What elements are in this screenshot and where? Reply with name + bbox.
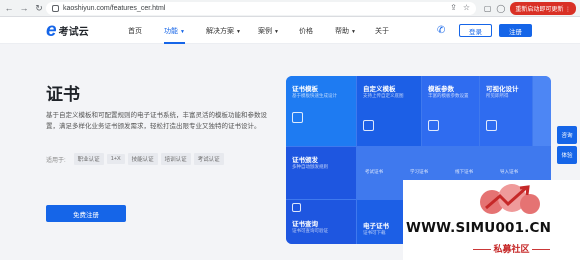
tile-title: 可视化设计 xyxy=(486,86,519,93)
site-header: e 考试云 首页 功能 ▼ 解决方案 ▼ 案例 ▼ 价格 帮助 ▼ 关于 ✆ 登录 注册 xyxy=(0,17,580,44)
lock-icon xyxy=(52,5,59,12)
tag-item: 考试认证 xyxy=(193,153,224,165)
watermark-logo xyxy=(480,184,540,214)
browser-toolbar: ← → ↻ kaoshiyun.com/features_cer.html ⇪ … xyxy=(0,0,580,17)
watermark: WWW.SIMU001.CN —— 私募社区 —— xyxy=(403,180,580,260)
tags-label: 适用于: xyxy=(46,157,66,164)
template-icon xyxy=(292,112,303,123)
trial-button[interactable]: 体验 xyxy=(557,146,577,164)
logo-text: 考试云 xyxy=(58,27,89,38)
tile-cert-query[interactable]: 证书查询 证书可查询可验证 xyxy=(286,200,356,244)
tag-item: 技能认证 xyxy=(127,153,158,165)
settings-icon xyxy=(428,120,439,131)
tile-label: 学习证书 xyxy=(410,169,428,174)
page-description: 基于自定义模板和可配置规则的电子证书系统，丰富灵活的模板功能和参数设置，满足多样… xyxy=(46,112,267,130)
bookmark-star-icon[interactable]: ☆ xyxy=(463,3,470,12)
tile-cert-template[interactable]: 证书模板 基于模板快速生成设计 xyxy=(286,76,356,146)
applicable-tags: 适用于: 职业认证 1+X 技能认证 培训认证 考试认证 xyxy=(46,153,224,165)
tile-title: 模板参数 xyxy=(428,86,454,93)
reload-icon[interactable]: ↻ xyxy=(33,2,45,14)
nav-home[interactable]: 首页 xyxy=(128,26,142,36)
tile-template-params[interactable]: 模板参数 丰富的模板参数设置 xyxy=(422,76,479,146)
tile-edge xyxy=(533,76,551,146)
nav-solutions[interactable]: 解决方案 ▼ xyxy=(206,26,241,36)
edit-icon xyxy=(363,120,374,131)
forward-icon[interactable]: → xyxy=(18,2,30,14)
design-icon xyxy=(486,120,497,131)
tile-label: 导入证书 xyxy=(500,169,518,174)
login-button[interactable]: 登录 xyxy=(459,24,492,37)
search-icon xyxy=(292,203,301,212)
address-bar[interactable]: kaoshiyun.com/features_cer.html ⇪ ☆ xyxy=(46,2,476,15)
nav-help[interactable]: 帮助 ▼ xyxy=(335,26,356,36)
tile-subtitle: 支持上传自定义底图 xyxy=(363,93,404,98)
tile-title: 电子证书 xyxy=(363,223,389,230)
consult-button[interactable]: 咨询 xyxy=(557,126,577,144)
logo-mark: e xyxy=(46,20,57,41)
page-title: 证书 xyxy=(46,85,80,104)
profile-icon[interactable]: ◯ xyxy=(496,4,505,13)
site-logo[interactable]: e 考试云 xyxy=(46,20,89,41)
tile-subtitle: 证书可查询可验证 xyxy=(292,228,328,233)
tag-item: 职业认证 xyxy=(73,153,104,165)
nav-cases[interactable]: 案例 ▼ xyxy=(258,26,279,36)
tile-label: 线下证书 xyxy=(455,169,473,174)
tile-e-cert[interactable]: 电子证书 证书可下载 xyxy=(357,200,403,244)
chevron-down-icon: ▼ xyxy=(351,29,356,35)
nav-cases-label: 案例 xyxy=(258,28,272,35)
nav-help-label: 帮助 xyxy=(335,28,349,35)
tag-item: 培训认证 xyxy=(160,153,191,165)
register-button[interactable]: 注册 xyxy=(499,24,532,37)
tile-subtitle: 丰富的模板参数设置 xyxy=(428,93,469,98)
watermark-subtitle: —— 私募社区 —— xyxy=(473,244,551,254)
chevron-down-icon: ▼ xyxy=(180,29,185,35)
tile-title: 自定义模板 xyxy=(363,86,396,93)
tile-subtitle: 多种自动颁发规则 xyxy=(292,164,328,169)
tile-subtitle: 所见即所得 xyxy=(486,93,509,98)
url-text: kaoshiyun.com/features_cer.html xyxy=(63,5,166,12)
chevron-down-icon: ▼ xyxy=(274,29,279,35)
tile-visual-design[interactable]: 可视化设计 所见即所得 xyxy=(480,76,532,146)
free-register-button[interactable]: 免费注册 xyxy=(46,205,126,222)
tile-title: 证书查询 xyxy=(292,221,318,228)
nav-solutions-label: 解决方案 xyxy=(206,28,234,35)
tile-subtitle: 基于模板快速生成设计 xyxy=(292,93,337,98)
tile-cert-issue[interactable]: 证书颁发 多种自动颁发规则 xyxy=(286,147,356,199)
nav-pricing[interactable]: 价格 xyxy=(299,26,313,36)
tile-subtitle: 证书可下载 xyxy=(363,230,386,235)
tag-item: 1+X xyxy=(106,154,125,164)
chevron-down-icon: ▼ xyxy=(236,29,241,35)
phone-icon[interactable]: ✆ xyxy=(437,25,445,36)
extensions-icon[interactable]: ▢ xyxy=(484,4,492,13)
tile-custom-template[interactable]: 自定义模板 支持上传自定义底图 xyxy=(357,76,421,146)
tile-label: 考试证书 xyxy=(365,169,383,174)
relaunch-update-button[interactable]: 重新启动即可更新 ⋮ xyxy=(510,2,576,15)
share-icon[interactable]: ⇪ xyxy=(450,3,457,12)
tile-title: 证书模板 xyxy=(292,86,318,93)
nav-about[interactable]: 关于 xyxy=(375,26,389,36)
nav-features[interactable]: 功能 ▼ xyxy=(164,26,185,44)
back-icon[interactable]: ← xyxy=(3,2,15,14)
tile-title: 证书颁发 xyxy=(292,157,318,164)
tile-exam-cert[interactable]: 考试证书 xyxy=(357,147,401,199)
nav-features-label: 功能 xyxy=(164,28,178,35)
watermark-text: WWW.SIMU001.CN xyxy=(406,220,552,236)
